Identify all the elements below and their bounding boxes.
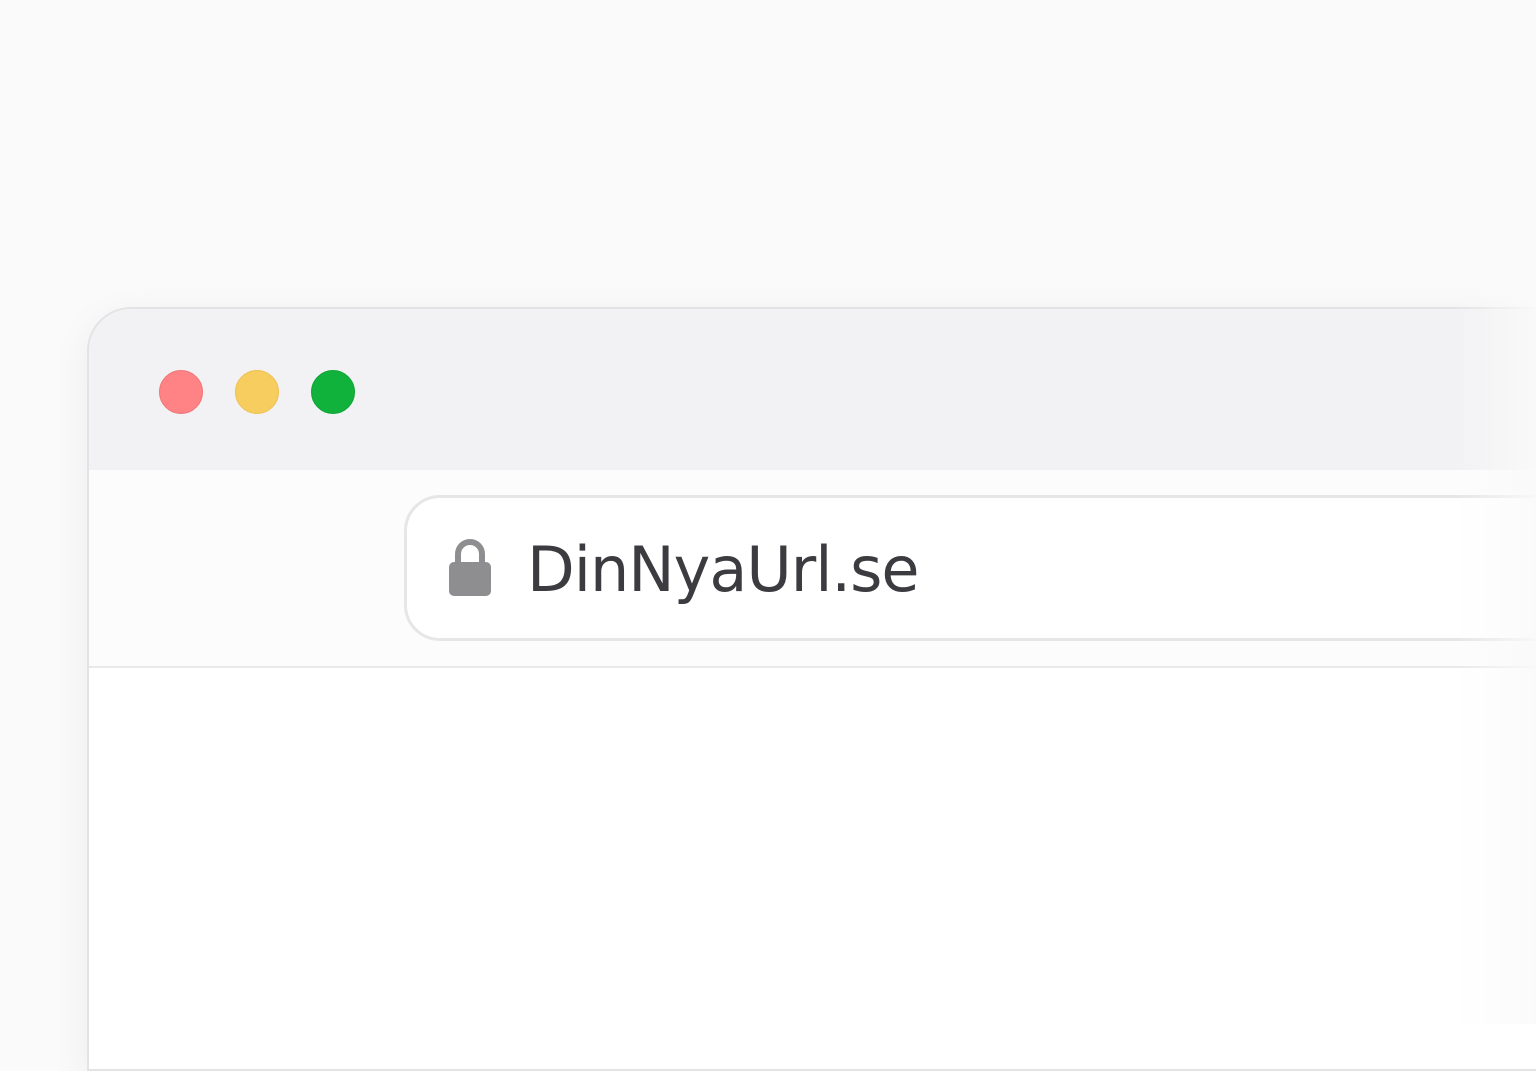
browser-window: DinNyaUrl.se <box>87 307 1536 1071</box>
url-text[interactable]: DinNyaUrl.se <box>527 532 920 608</box>
lock-icon <box>447 536 493 598</box>
zoom-window-button[interactable] <box>311 370 355 414</box>
page-content <box>89 668 1536 1069</box>
minimize-window-button[interactable] <box>235 370 279 414</box>
close-window-button[interactable] <box>159 370 203 414</box>
title-bar <box>89 309 1536 470</box>
browser-toolbar: DinNyaUrl.se <box>89 470 1536 668</box>
address-bar[interactable]: DinNyaUrl.se <box>404 495 1536 641</box>
